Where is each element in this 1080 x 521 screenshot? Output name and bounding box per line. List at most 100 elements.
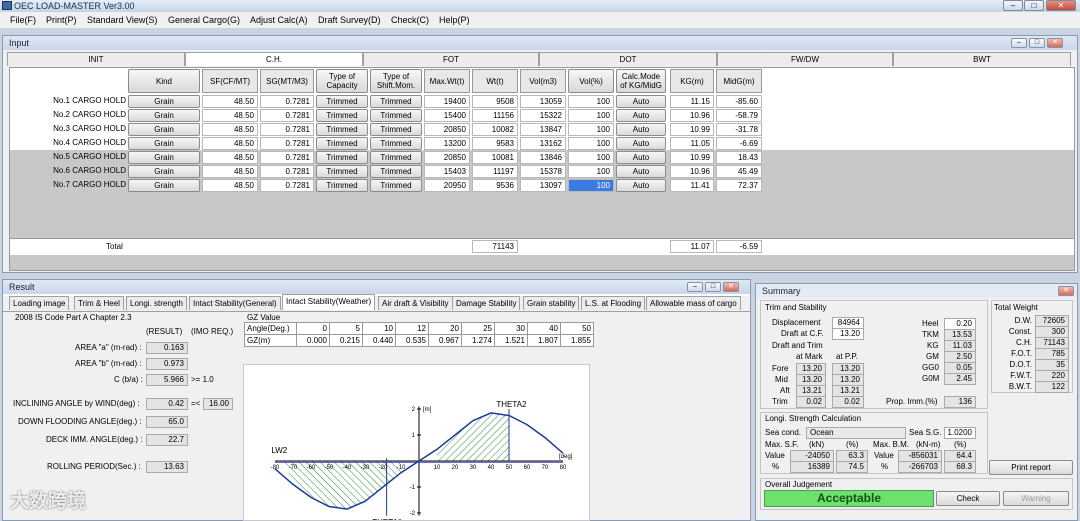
cell-kg[interactable]: 10.96 (670, 165, 714, 178)
cell-maxwt[interactable]: 20950 (424, 179, 470, 192)
cell-maxwt[interactable]: 19400 (424, 95, 470, 108)
tab-dot[interactable]: DOT (539, 52, 717, 66)
cell-volp[interactable]: 100 (568, 123, 614, 136)
cell-sg[interactable]: 0.7281 (260, 95, 314, 108)
cell-sg[interactable]: 0.7281 (260, 151, 314, 164)
cell-kg[interactable]: 10.99 (670, 151, 714, 164)
result-minimize-button[interactable]: – (687, 282, 703, 292)
cell-kg[interactable]: 11.05 (670, 137, 714, 150)
cell-mode[interactable]: Auto (616, 151, 666, 164)
warning-button[interactable]: Warning (1003, 491, 1069, 506)
cell-maxwt[interactable]: 15403 (424, 165, 470, 178)
cell-shift[interactable]: Trimmed (370, 179, 422, 192)
tab-bwt[interactable]: BWT (893, 52, 1071, 66)
menu-file[interactable]: File(F) (10, 15, 36, 25)
menu-check[interactable]: Check(C) (391, 15, 429, 25)
hdr-type-shift[interactable]: Type of Shift.Mom. (370, 69, 422, 93)
cell-sf[interactable]: 48.50 (202, 165, 258, 178)
cell-kind[interactable]: Grain (128, 151, 200, 164)
cell-kind[interactable]: Grain (128, 137, 200, 150)
cell-vol[interactable]: 15322 (520, 109, 566, 122)
cell-vol[interactable]: 15378 (520, 165, 566, 178)
tab-ls-flooding[interactable]: L.S. at Flooding (581, 296, 646, 310)
cell-vol[interactable]: 13162 (520, 137, 566, 150)
cell-maxwt[interactable]: 13200 (424, 137, 470, 150)
cell-kind[interactable]: Grain (128, 109, 200, 122)
hdr-calc-mode[interactable]: Calc.Mode of KG/MidG (616, 69, 666, 93)
cell-volp[interactable]: 100 (568, 95, 614, 108)
cell-midg[interactable]: -58.79 (716, 109, 762, 122)
cell-wt[interactable]: 10082 (472, 123, 518, 136)
menu-adjust-calc[interactable]: Adjust Calc(A) (250, 15, 308, 25)
cell-midg[interactable]: 45.49 (716, 165, 762, 178)
cell-vol[interactable]: 13846 (520, 151, 566, 164)
cell-kg[interactable]: 11.41 (670, 179, 714, 192)
cell-midg[interactable]: -31.78 (716, 123, 762, 136)
cell-shift[interactable]: Trimmed (370, 123, 422, 136)
menu-print[interactable]: Print(P) (46, 15, 77, 25)
cell-sf[interactable]: 48.50 (202, 151, 258, 164)
hdr-type-capacity[interactable]: Type of Capacity (316, 69, 368, 93)
cell-shift[interactable]: Trimmed (370, 109, 422, 122)
cell-mode[interactable]: Auto (616, 95, 666, 108)
cell-sg[interactable]: 0.7281 (260, 137, 314, 150)
cell-sg[interactable]: 0.7281 (260, 109, 314, 122)
cell-kg[interactable]: 10.96 (670, 109, 714, 122)
tab-damage-stability[interactable]: Damage Stability (452, 296, 521, 310)
tab-intact-general[interactable]: Intact Stability(General) (189, 296, 281, 310)
cell-sg[interactable]: 0.7281 (260, 165, 314, 178)
tab-intact-weather[interactable]: Intact Stability(Weather) (282, 294, 376, 310)
cell-sf[interactable]: 48.50 (202, 95, 258, 108)
cell-shift[interactable]: Trimmed (370, 165, 422, 178)
input-close-button[interactable]: ✕ (1047, 38, 1063, 48)
hdr-kind[interactable]: Kind (128, 69, 200, 93)
cell-mode[interactable]: Auto (616, 179, 666, 192)
tab-grain-stability[interactable]: Grain stability (523, 296, 580, 310)
cell-kind[interactable]: Grain (128, 95, 200, 108)
cell-vol[interactable]: 13097 (520, 179, 566, 192)
cell-shift[interactable]: Trimmed (370, 151, 422, 164)
tab-trim-heel[interactable]: Trim & Heel (74, 296, 124, 310)
cell-sf[interactable]: 48.50 (202, 137, 258, 150)
tab-fw-dw[interactable]: FW/DW (717, 52, 893, 66)
tab-loading-image[interactable]: Loading image (9, 296, 70, 310)
cell-volp[interactable]: 100 (568, 151, 614, 164)
hdr-vol-pct[interactable]: Vol(%) (568, 69, 614, 93)
cell-cap[interactable]: Trimmed (316, 151, 368, 164)
maximize-button[interactable]: □ (1024, 0, 1044, 11)
cell-cap[interactable]: Trimmed (316, 137, 368, 150)
summary-close-button[interactable]: ✕ (1058, 286, 1074, 296)
cell-wt[interactable]: 9583 (472, 137, 518, 150)
cell-sg[interactable]: 0.7281 (260, 179, 314, 192)
print-report-button[interactable]: Print report (989, 460, 1073, 475)
tab-longi-strength[interactable]: Longi. strength (126, 296, 187, 310)
menu-draft-survey[interactable]: Draft Survey(D) (318, 15, 381, 25)
cell-maxwt[interactable]: 20850 (424, 123, 470, 136)
cell-shift[interactable]: Trimmed (370, 137, 422, 150)
cell-midg[interactable]: -6.69 (716, 137, 762, 150)
cell-volp[interactable]: 100 (568, 165, 614, 178)
cell-wt[interactable]: 11197 (472, 165, 518, 178)
cell-kg[interactable]: 10.99 (670, 123, 714, 136)
cell-midg[interactable]: 18.43 (716, 151, 762, 164)
cell-cap[interactable]: Trimmed (316, 109, 368, 122)
cell-mode[interactable]: Auto (616, 123, 666, 136)
cell-kg[interactable]: 11.15 (670, 95, 714, 108)
cell-sf[interactable]: 48.50 (202, 123, 258, 136)
cell-volp[interactable]: 100 (568, 179, 614, 192)
result-restore-button[interactable]: □ (705, 282, 721, 292)
cell-cap[interactable]: Trimmed (316, 123, 368, 136)
cell-midg[interactable]: -85.60 (716, 95, 762, 108)
cell-wt[interactable]: 11156 (472, 109, 518, 122)
check-button[interactable]: Check (936, 491, 1000, 506)
cell-sf[interactable]: 48.50 (202, 109, 258, 122)
cell-mode[interactable]: Auto (616, 165, 666, 178)
close-button[interactable]: ✕ (1046, 0, 1076, 11)
menu-help[interactable]: Help(P) (439, 15, 470, 25)
tab-ch[interactable]: C.H. (185, 52, 363, 66)
cell-wt[interactable]: 9508 (472, 95, 518, 108)
tab-init[interactable]: INIT (7, 52, 185, 66)
cell-mode[interactable]: Auto (616, 137, 666, 150)
tab-allowable-mass[interactable]: Allowable mass of cargo (646, 296, 741, 310)
cell-cap[interactable]: Trimmed (316, 165, 368, 178)
